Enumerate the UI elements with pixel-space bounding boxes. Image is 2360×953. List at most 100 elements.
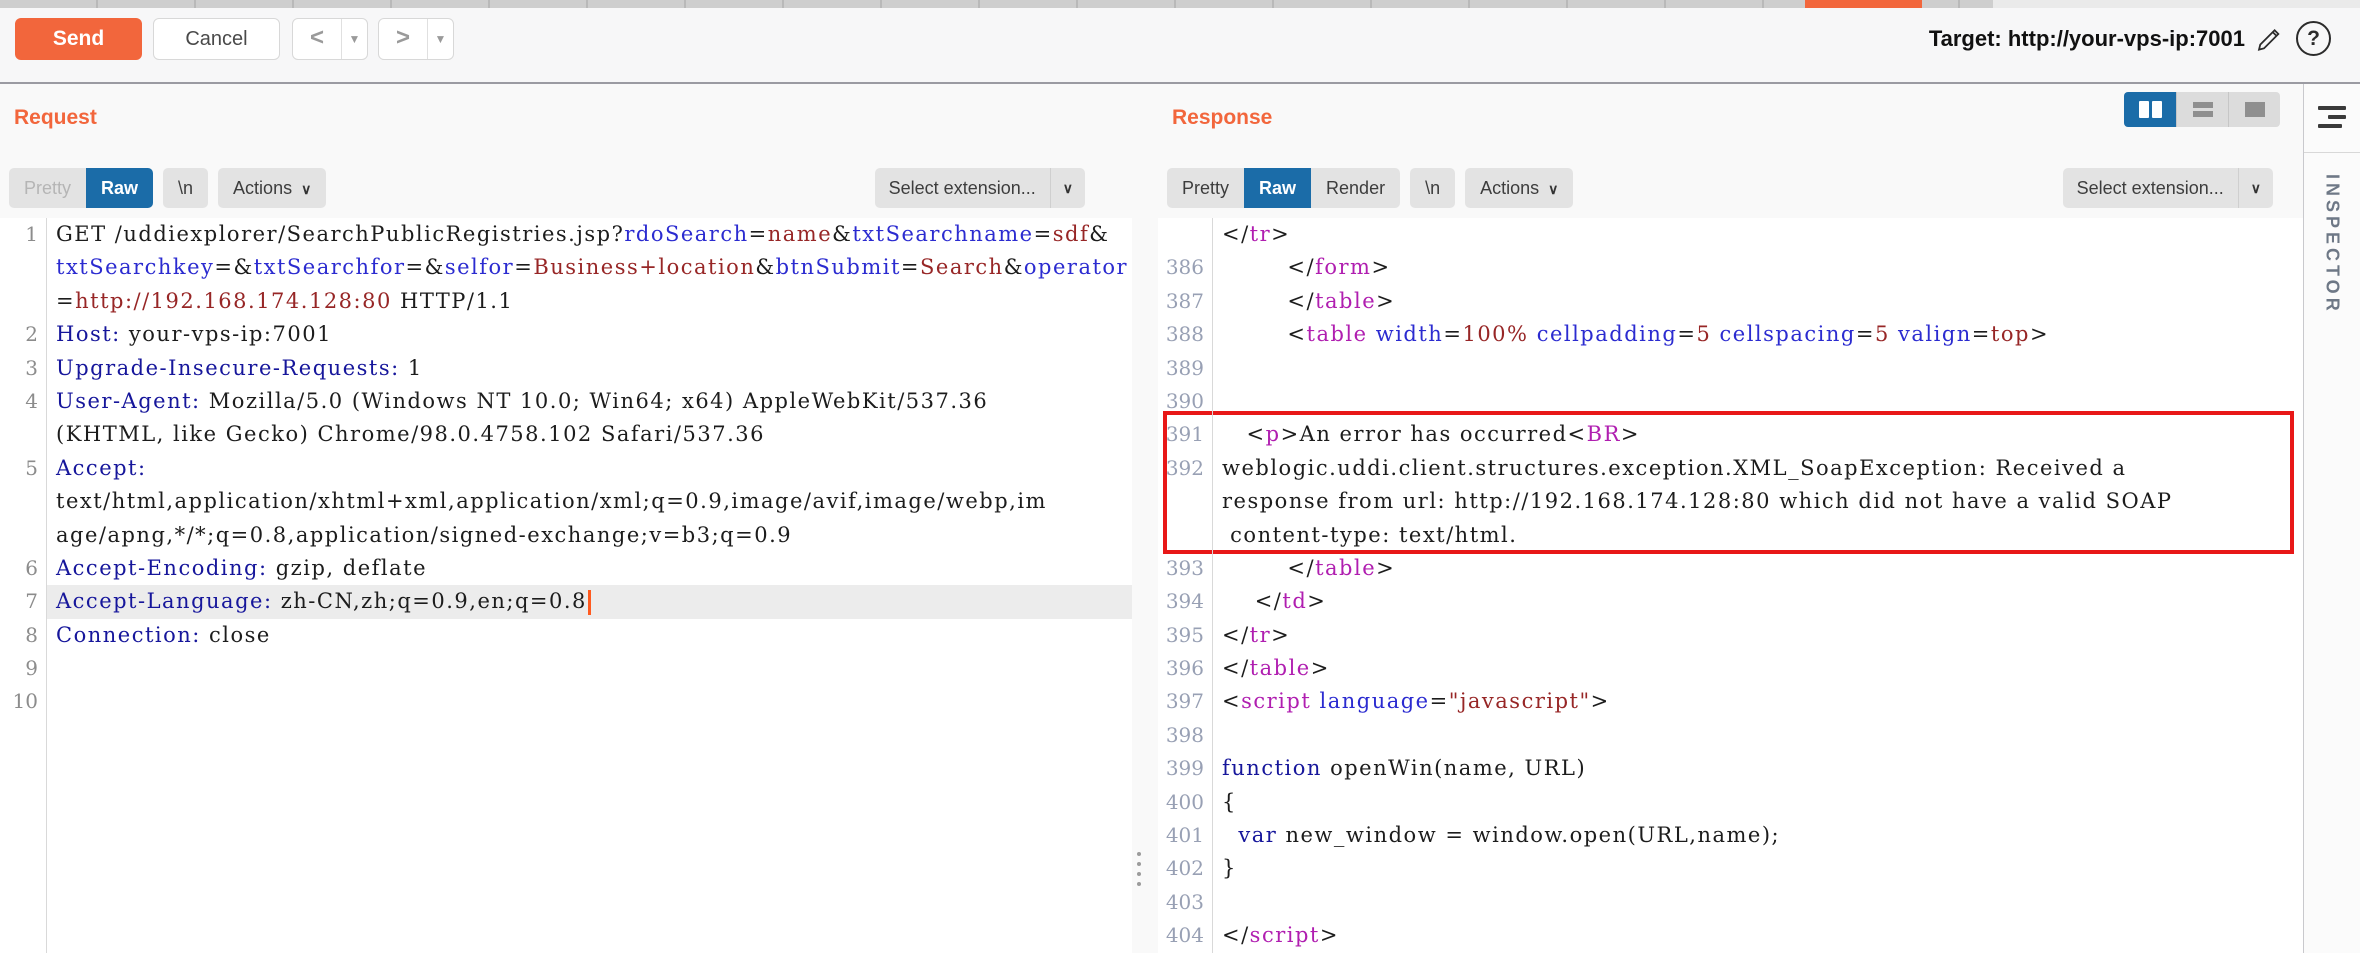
line-number: [1158, 485, 1212, 518]
code-text: [1212, 886, 2304, 919]
panel-splitter[interactable]: [1133, 168, 1157, 953]
splitter-grip-icon[interactable]: [1137, 852, 1141, 886]
line-number: 393: [1158, 552, 1212, 585]
back-dropdown-icon[interactable]: ▼: [341, 19, 367, 59]
code-row: 6Accept-Encoding: gzip, deflate: [0, 552, 1132, 585]
code-row: 5Accept:: [0, 452, 1132, 485]
line-number: 394: [1158, 585, 1212, 618]
text-cursor: [588, 590, 591, 615]
tab-n[interactable]: \n: [163, 168, 208, 208]
line-number: [0, 519, 46, 552]
response-extension-dropdown[interactable]: Select extension... ∨: [2063, 168, 2273, 208]
response-editor[interactable]: </tr>386 </form>387 </table>388 <table w…: [1158, 218, 2304, 953]
code-row: text/html,application/xhtml+xml,applicat…: [0, 485, 1132, 518]
line-number: 399: [1158, 752, 1212, 785]
code-text: response from url: http://192.168.174.12…: [1212, 485, 2304, 518]
chevron-down-icon: ∨: [1051, 180, 1085, 197]
response-view-tabs: PrettyRawRender\nActions∨: [1167, 168, 1573, 208]
single-view-button[interactable]: [2228, 92, 2280, 127]
code-text: }: [1212, 852, 2304, 885]
code-row: (KHTML, like Gecko) Chrome/98.0.4758.102…: [0, 418, 1132, 451]
code-text: [1212, 352, 2304, 385]
line-number: [1158, 519, 1212, 552]
code-text: txtSearchkey=&txtSearchfor=&selfor=Busin…: [46, 251, 1132, 284]
code-row: 399function openWin(name, URL): [1158, 752, 2304, 785]
cancel-button[interactable]: Cancel: [153, 18, 280, 60]
back-history-button[interactable]: < ▼: [292, 18, 368, 60]
line-number: 397: [1158, 685, 1212, 718]
code-row: 404</script>: [1158, 919, 2304, 952]
rows-view-button[interactable]: [2176, 92, 2228, 127]
line-number: 7: [0, 585, 46, 618]
code-text: </tr>: [1212, 218, 2304, 251]
tab-raw[interactable]: Raw: [1244, 168, 1311, 208]
response-panel-title: Response: [1172, 106, 1272, 130]
request-view-tabs: PrettyRaw\nActions∨: [9, 168, 326, 208]
code-row: 9: [0, 652, 1132, 685]
inspector-collapse-icon[interactable]: [2318, 106, 2346, 128]
code-text: (KHTML, like Gecko) Chrome/98.0.4758.102…: [46, 418, 1132, 451]
code-text: [1212, 385, 2304, 418]
columns-view-button[interactable]: [2124, 92, 2176, 127]
line-number: 9: [0, 652, 46, 685]
tab-pretty: Pretty: [9, 168, 86, 208]
tab-render[interactable]: Render: [1311, 168, 1400, 208]
code-text: GET /uddiexplorer/SearchPublicRegistries…: [46, 218, 1132, 251]
tab-actions[interactable]: Actions∨: [218, 168, 326, 208]
send-button[interactable]: Send: [15, 18, 142, 60]
code-row: 387 </table>: [1158, 285, 2304, 318]
code-text: </table>: [1212, 652, 2304, 685]
request-extension-dropdown[interactable]: Select extension... ∨: [875, 168, 1085, 208]
back-arrow-icon[interactable]: <: [293, 19, 341, 59]
code-text: age/apng,*/*;q=0.8,application/signed-ex…: [46, 519, 1132, 552]
line-number: 1: [0, 218, 46, 251]
line-number: 5: [0, 452, 46, 485]
code-row: 390: [1158, 385, 2304, 418]
request-editor[interactable]: 1GET /uddiexplorer/SearchPublicRegistrie…: [0, 218, 1132, 953]
tab-pretty[interactable]: Pretty: [1167, 168, 1244, 208]
line-number: 398: [1158, 719, 1212, 752]
code-row: age/apng,*/*;q=0.8,application/signed-ex…: [0, 519, 1132, 552]
code-text: </td>: [1212, 585, 2304, 618]
rows-view-icon: [2193, 102, 2213, 117]
main-tab-bar-edge: [0, 0, 2360, 8]
line-number: 3: [0, 352, 46, 385]
active-tab-underline: [1805, 0, 1922, 8]
code-row: 2Host: your-vps-ip:7001: [0, 318, 1132, 351]
chevron-down-icon: ∨: [2239, 180, 2273, 197]
request-panel: Request PrettyRaw\nActions∨ Select exten…: [0, 84, 1132, 953]
help-icon[interactable]: ?: [2296, 21, 2331, 56]
code-row: 398: [1158, 719, 2304, 752]
code-text: function openWin(name, URL): [1212, 752, 2304, 785]
code-text: var new_window = window.open(URL,name);: [1212, 819, 2304, 852]
code-text: User-Agent: Mozilla/5.0 (Windows NT 10.0…: [46, 385, 1132, 418]
line-number: 402: [1158, 852, 1212, 885]
code-text: text/html,application/xhtml+xml,applicat…: [46, 485, 1132, 518]
tab-n[interactable]: \n: [1410, 168, 1455, 208]
code-row: 389: [1158, 352, 2304, 385]
code-row: 3Upgrade-Insecure-Requests: 1: [0, 352, 1132, 385]
edit-target-icon[interactable]: [2254, 24, 2284, 54]
inspector-label[interactable]: INSPECTOR: [2322, 174, 2343, 315]
code-text: Accept-Encoding: gzip, deflate: [46, 552, 1132, 585]
line-number: 401: [1158, 819, 1212, 852]
line-number: 390: [1158, 385, 1212, 418]
line-number: 388: [1158, 318, 1212, 351]
line-number: 403: [1158, 886, 1212, 919]
code-row: 395</tr>: [1158, 619, 2304, 652]
code-text: <p>An error has occurred<BR>: [1212, 418, 2304, 451]
code-text: Accept:: [46, 452, 1132, 485]
line-number: 6: [0, 552, 46, 585]
forward-dropdown-icon[interactable]: ▼: [427, 19, 453, 59]
code-row: 7Accept-Language: zh-CN,zh;q=0.9,en;q=0.…: [0, 585, 1132, 618]
response-panel: Response PrettyRawRender\nActions∨ Selec…: [1158, 84, 2304, 953]
line-number: 389: [1158, 352, 1212, 385]
code-row: 394 </td>: [1158, 585, 2304, 618]
line-number: 396: [1158, 652, 1212, 685]
line-number: 404: [1158, 919, 1212, 952]
forward-arrow-icon[interactable]: >: [379, 19, 427, 59]
tab-raw[interactable]: Raw: [86, 168, 153, 208]
tab-actions[interactable]: Actions∨: [1465, 168, 1573, 208]
forward-history-button[interactable]: > ▼: [378, 18, 454, 60]
line-number: [1158, 218, 1212, 251]
